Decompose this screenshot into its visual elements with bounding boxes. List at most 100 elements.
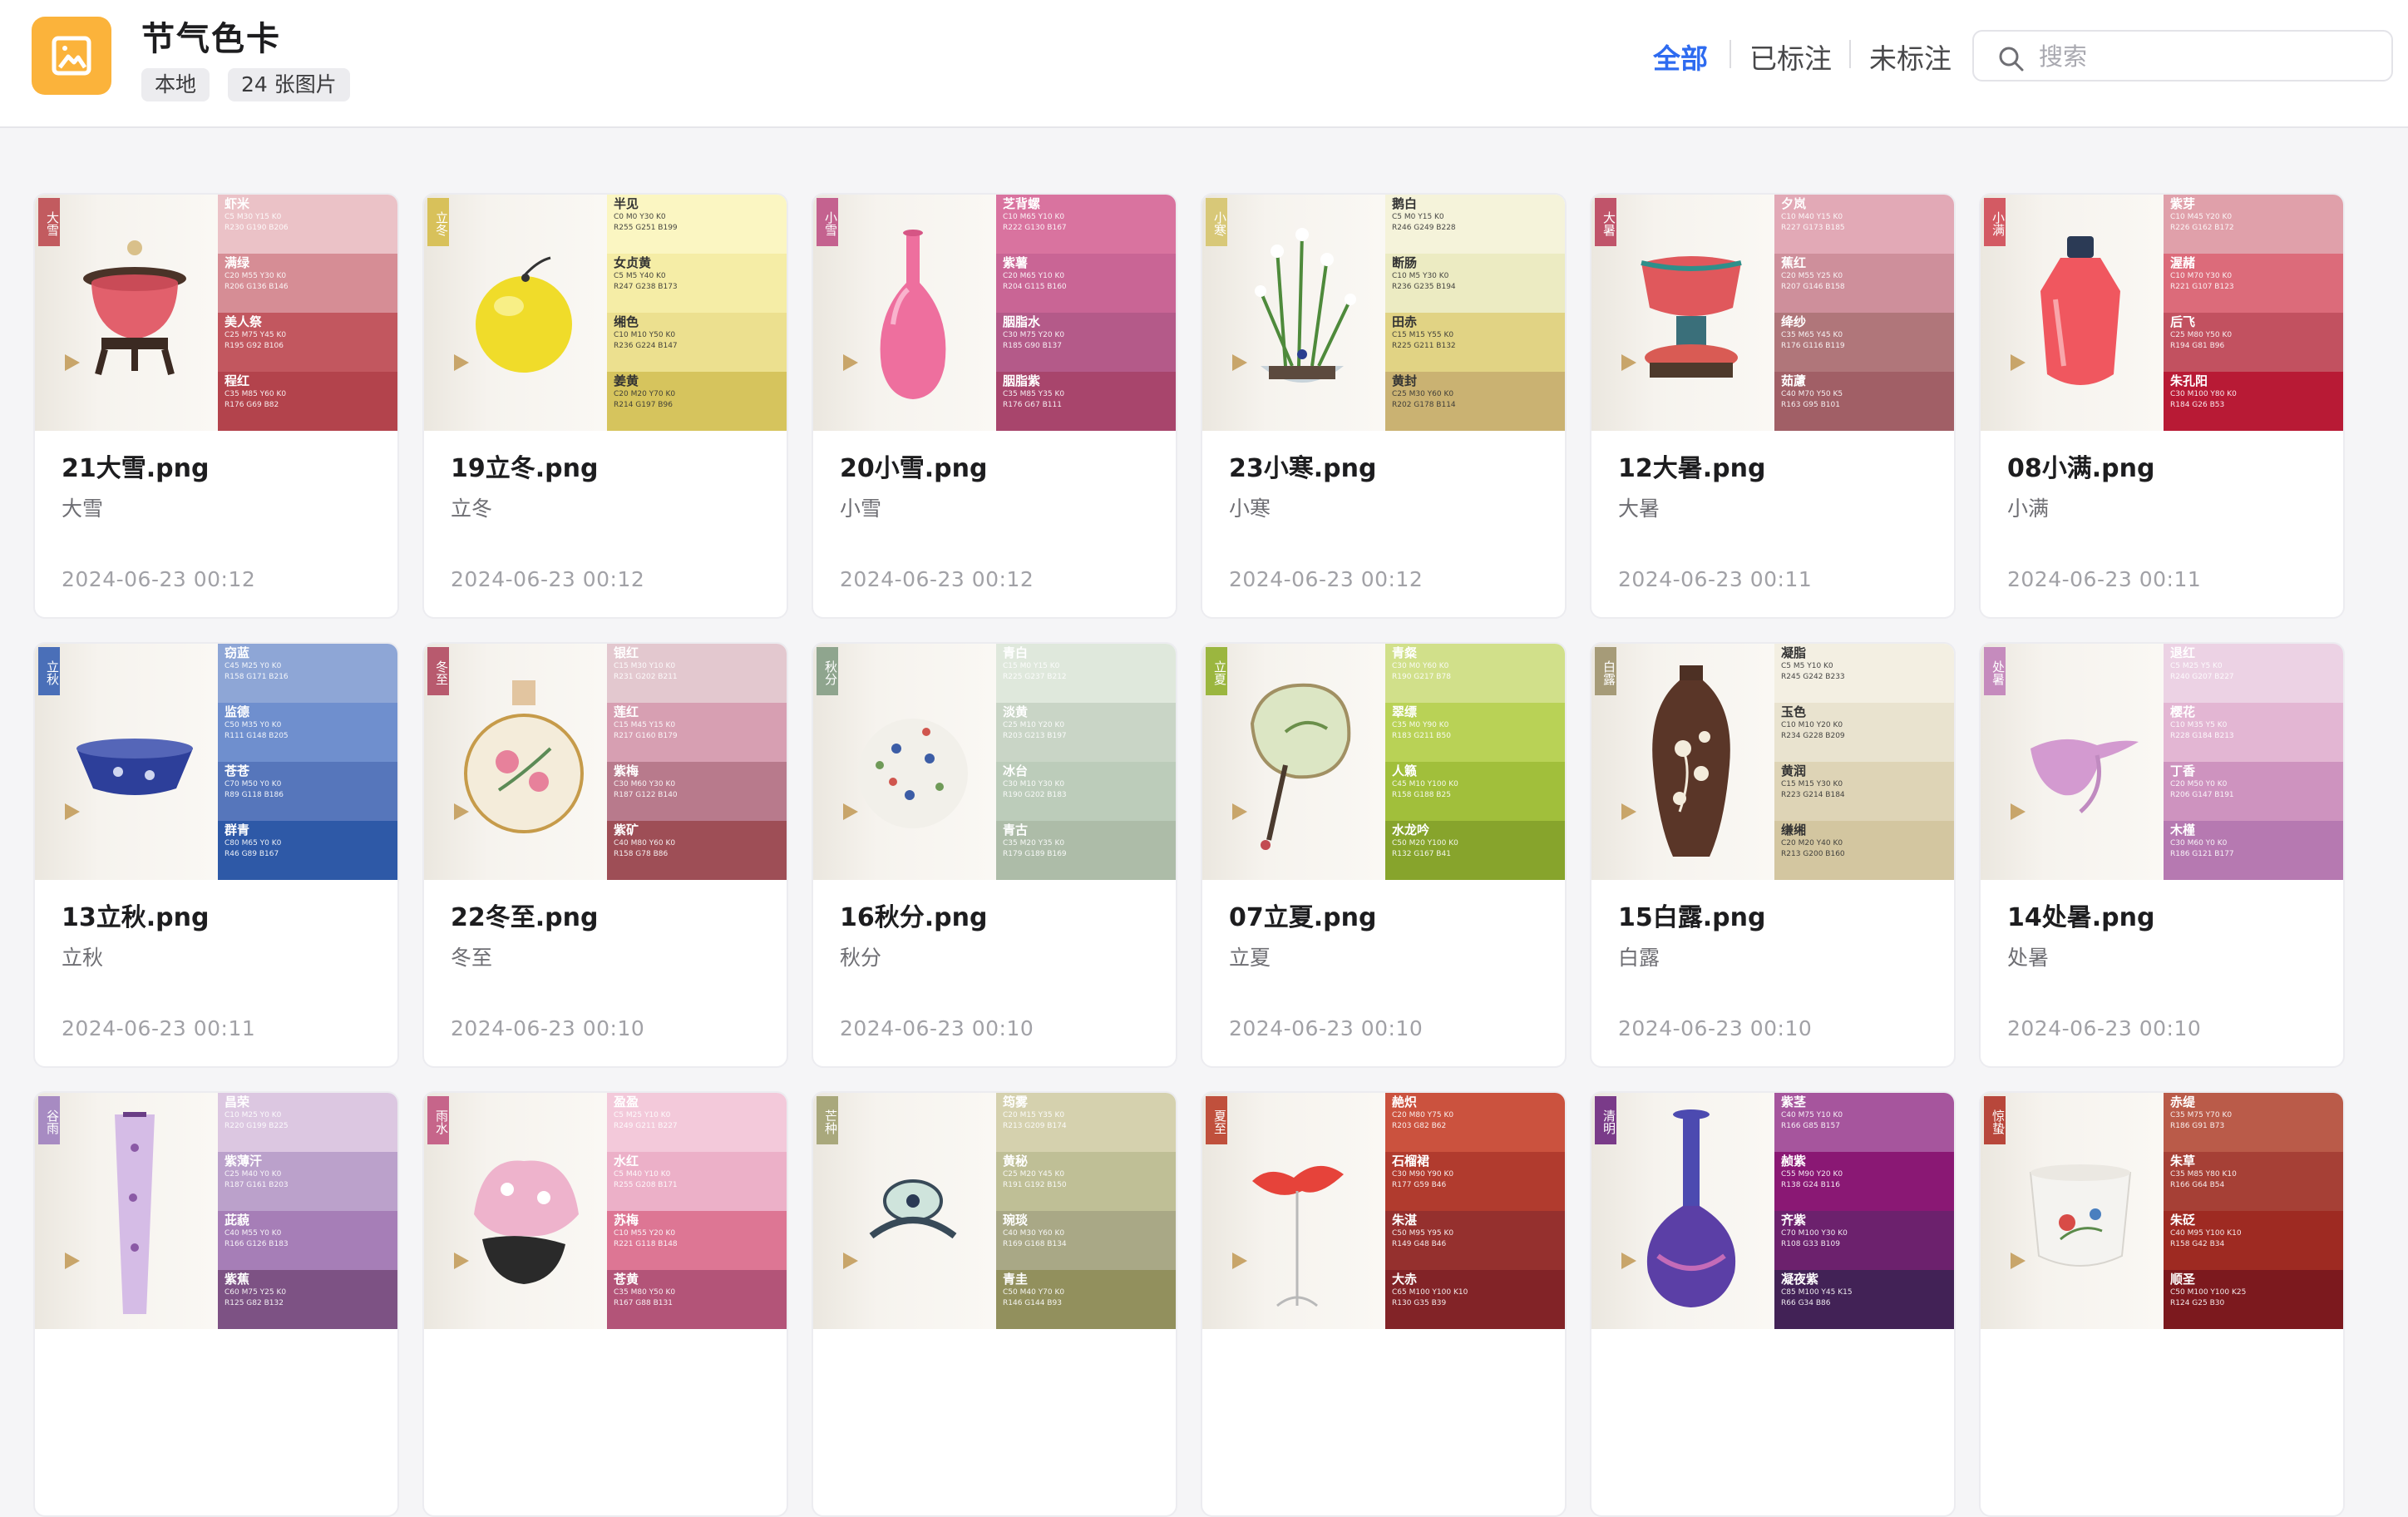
swatch-name: 绛纱	[1781, 314, 1807, 329]
card-label: 处暑	[2007, 946, 2050, 970]
color-swatch: 丁香 C20 M50 Y0 K0 R206 G147 B191	[2164, 762, 2343, 821]
swatch-name: 茈藐	[225, 1213, 250, 1228]
swatch-name: 琬琰	[1003, 1213, 1029, 1228]
card-thumbnail: 立冬 半见 C0 M0 Y30 K0 R255 G251 B199 女贞黄 C5…	[424, 195, 787, 431]
color-swatch: 苍苍 C70 M50 Y0 K0 R89 G118 B186	[218, 762, 397, 821]
swatch-code: C15 M15 Y30 K0 R223 G214 B184	[1781, 780, 1845, 799]
search-input[interactable]	[2039, 38, 2371, 75]
color-swatch: 紫矿 C40 M80 Y60 K0 R158 G78 B86	[607, 821, 787, 880]
swatch-column: 筠雾 C20 M15 Y35 K0 R213 G209 B174 黄秘 C25 …	[996, 1093, 1176, 1329]
app-icon	[32, 17, 111, 95]
image-card[interactable]: 大暑 夕岚 C10 M40 Y15 K0 R227 G173 B185 蕉红 C…	[1590, 193, 1956, 619]
swatch-code: C45 M10 Y100 K0 R158 G188 B25	[1392, 780, 1458, 799]
artwork-panel: 秋分	[813, 644, 996, 880]
color-swatch: 紫梅 C30 M60 Y30 K0 R187 G122 B140	[607, 762, 787, 821]
color-swatch: 黄润 C15 M15 Y30 K0 R223 G214 B184	[1774, 762, 1954, 821]
swatch-code: C70 M50 Y0 K0 R89 G118 B186	[225, 780, 284, 799]
image-card[interactable]: 立冬 半见 C0 M0 Y30 K0 R255 G251 B199 女贞黄 C5…	[422, 193, 788, 619]
swatch-code: C20 M20 Y70 K0 R214 G197 B96	[614, 390, 676, 409]
swatch-code: C20 M50 Y0 K0 R206 G147 B191	[2170, 780, 2234, 799]
swatch-name: 人籁	[1392, 763, 1418, 778]
image-card[interactable]: 秋分 青白 C15 M0 Y15 K0 R225 G237 B212 淡黄 C2…	[812, 642, 1177, 1068]
search-box[interactable]	[1972, 30, 2393, 82]
color-swatch: 赤缇 C35 M75 Y70 K0 R186 G91 B73	[2164, 1093, 2343, 1152]
filter-tab-all[interactable]: 全部	[1653, 37, 1708, 77]
color-swatch: 赪紫 C55 M90 Y20 K0 R138 G24 B116	[1774, 1152, 1954, 1211]
color-swatch: 退红 C5 M25 Y5 K0 R240 G207 B227	[2164, 644, 2343, 703]
swatch-column: 赤缇 C35 M75 Y70 K0 R186 G91 B73 朱草 C35 M8…	[2164, 1093, 2343, 1329]
color-swatch: 苍黄 C35 M80 Y50 K0 R167 G88 B131	[607, 1270, 787, 1329]
color-swatch: 青粲 C30 M0 Y60 K0 R190 G217 B78	[1385, 644, 1565, 703]
swatch-name: 赩炽	[1392, 1095, 1418, 1109]
card-label: 小寒	[1229, 497, 1271, 521]
card-thumbnail: 小满 紫芽 C10 M45 Y20 K0 R226 G162 B172 渥赭 C…	[1981, 195, 2343, 431]
swatch-code: C5 M25 Y10 K0 R249 G211 B227	[614, 1111, 678, 1130]
card-file-name: 12大暑.png	[1618, 454, 1766, 483]
swatch-name: 蕉红	[1781, 255, 1807, 270]
image-card[interactable]: 谷雨 昌荣 C10 M25 Y0 K0 R220 G199 B225 紫薄汗 C…	[33, 1091, 399, 1517]
image-card[interactable]: 芒种 筠雾 C20 M15 Y35 K0 R213 G209 B174 黄秘 C…	[812, 1091, 1177, 1517]
color-swatch: 姜黄 C20 M20 Y70 K0 R214 G197 B96	[607, 372, 787, 431]
swatch-name: 紫梅	[614, 763, 639, 778]
color-swatch: 紫薄汗 C25 M40 Y0 K0 R187 G161 B203	[218, 1152, 397, 1211]
card-thumbnail: 小雪 芝背螺 C10 M65 Y10 K0 R222 G130 B167 紫薯 …	[813, 195, 1176, 431]
image-card[interactable]: 清明 紫茎 C40 M75 Y10 K0 R166 G85 B157 赪紫 C5…	[1590, 1091, 1956, 1517]
swatch-code: C10 M70 Y30 K0 R221 G107 B123	[2170, 272, 2234, 291]
image-card[interactable]: 小雪 芝背螺 C10 M65 Y10 K0 R222 G130 B167 紫薯 …	[812, 193, 1177, 619]
filter-tab-labeled[interactable]: 已标注	[1749, 37, 1832, 77]
image-card[interactable]: 立夏 青粲 C30 M0 Y60 K0 R190 G217 B78 翠缥 C35…	[1201, 642, 1567, 1068]
color-swatch: 朱草 C35 M85 Y80 K10 R166 G64 B54	[2164, 1152, 2343, 1211]
image-card[interactable]: 立秋 窃蓝 C45 M25 Y0 K0 R158 G171 B216 监德 C5…	[33, 642, 399, 1068]
card-label: 大雪	[62, 497, 104, 521]
artwork-image	[2029, 1164, 2132, 1267]
swatch-name: 渥赭	[2170, 255, 2196, 270]
color-swatch: 渥赭 C10 M70 Y30 K0 R221 G107 B123	[2164, 254, 2343, 313]
image-card[interactable]: 惊蛰 赤缇 C35 M75 Y70 K0 R186 G91 B73 朱草 C35…	[1979, 1091, 2345, 1517]
card-thumbnail: 白露 凝脂 C5 M5 Y10 K0 R245 G242 B233 玉色 C10…	[1591, 644, 1954, 880]
card-thumbnail: 冬至 银红 C15 M30 Y10 K0 R231 G202 B211 莲红 C…	[424, 644, 787, 880]
swatch-code: C30 M60 Y30 K0 R187 G122 B140	[614, 780, 678, 799]
image-card[interactable]: 冬至 银红 C15 M30 Y10 K0 R231 G202 B211 莲红 C…	[422, 642, 788, 1068]
image-card[interactable]: 小寒 鹅白 C5 M0 Y15 K0 R246 G249 B228 断肠 C10…	[1201, 193, 1567, 619]
image-card[interactable]: 小满 紫芽 C10 M45 Y20 K0 R226 G162 B172 渥赭 C…	[1979, 193, 2345, 619]
swatch-code: C10 M10 Y50 K0 R236 G224 B147	[614, 331, 678, 350]
swatch-code: C20 M55 Y30 K0 R206 G136 B146	[225, 272, 289, 291]
color-swatch: 窃蓝 C45 M25 Y0 K0 R158 G171 B216	[218, 644, 397, 703]
swatch-name: 茹藘	[1781, 373, 1807, 388]
swatch-name: 紫薯	[1003, 255, 1029, 270]
swatch-name: 鹅白	[1392, 196, 1418, 211]
image-card[interactable]: 处暑 退红 C5 M25 Y5 K0 R240 G207 B227 樱花 C10…	[1979, 642, 2345, 1068]
swatch-code: C5 M0 Y15 K0 R246 G249 B228	[1392, 213, 1456, 232]
image-card[interactable]: 大雪 虾米 C5 M30 Y15 K0 R230 G190 B206 满绿 C2…	[33, 193, 399, 619]
card-date: 2024-06-23 00:10	[840, 1016, 1034, 1040]
swatch-name: 顺圣	[2170, 1272, 2196, 1287]
card-label: 小雪	[840, 497, 882, 521]
card-date: 2024-06-23 00:12	[840, 567, 1034, 591]
swatch-name: 青古	[1003, 823, 1029, 838]
color-swatch: 水龙吟 C50 M20 Y100 K0 R132 G167 B41	[1385, 821, 1565, 880]
image-card[interactable]: 白露 凝脂 C5 M5 Y10 K0 R245 G242 B233 玉色 C10…	[1590, 642, 1956, 1068]
color-swatch: 凝夜紫 C85 M100 Y45 K15 R66 G34 B86	[1774, 1270, 1954, 1329]
filter-tab-unlabeled[interactable]: 未标注	[1869, 37, 1952, 77]
color-swatch: 女贞黄 C5 M5 Y40 K0 R247 G238 B173	[607, 254, 787, 313]
color-swatch: 人籁 C45 M10 Y100 K0 R158 G188 B25	[1385, 762, 1565, 821]
swatch-name: 黄润	[1781, 763, 1807, 778]
card-file-name: 13立秋.png	[62, 903, 210, 932]
swatch-code: C5 M5 Y10 K0 R245 G242 B233	[1781, 662, 1845, 681]
color-swatch: 苏梅 C10 M55 Y20 K0 R221 G118 B148	[607, 1211, 787, 1270]
image-card[interactable]: 夏至 赩炽 C20 M80 Y75 K0 R203 G82 B62 石榴裙 C3…	[1201, 1091, 1567, 1517]
swatch-name: 夕岚	[1781, 196, 1807, 211]
swatch-name: 青圭	[1003, 1272, 1029, 1287]
color-swatch: 赩炽 C20 M80 Y75 K0 R203 G82 B62	[1385, 1093, 1565, 1152]
swatch-code: C55 M90 Y20 K0 R138 G24 B116	[1781, 1170, 1843, 1189]
color-swatch: 田赤 C15 M15 Y55 K0 R225 G211 B132	[1385, 313, 1565, 372]
image-card[interactable]: 雨水 盈盈 C5 M25 Y10 K0 R249 G211 B227 水红 C5…	[422, 1091, 788, 1517]
artwork-panel: 雨水	[424, 1093, 607, 1329]
swatch-column: 半见 C0 M0 Y30 K0 R255 G251 B199 女贞黄 C5 M5…	[607, 195, 787, 431]
color-swatch: 鹅白 C5 M0 Y15 K0 R246 G249 B228	[1385, 195, 1565, 254]
card-date: 2024-06-23 00:10	[1229, 1016, 1424, 1040]
swatch-code: C10 M65 Y10 K0 R222 G130 B167	[1003, 213, 1067, 232]
swatch-code: C20 M65 Y10 K0 R204 G115 B160	[1003, 272, 1067, 291]
color-swatch: 满绿 C20 M55 Y30 K0 R206 G136 B146	[218, 254, 397, 313]
swatch-column: 盈盈 C5 M25 Y10 K0 R249 G211 B227 水红 C5 M4…	[607, 1093, 787, 1329]
